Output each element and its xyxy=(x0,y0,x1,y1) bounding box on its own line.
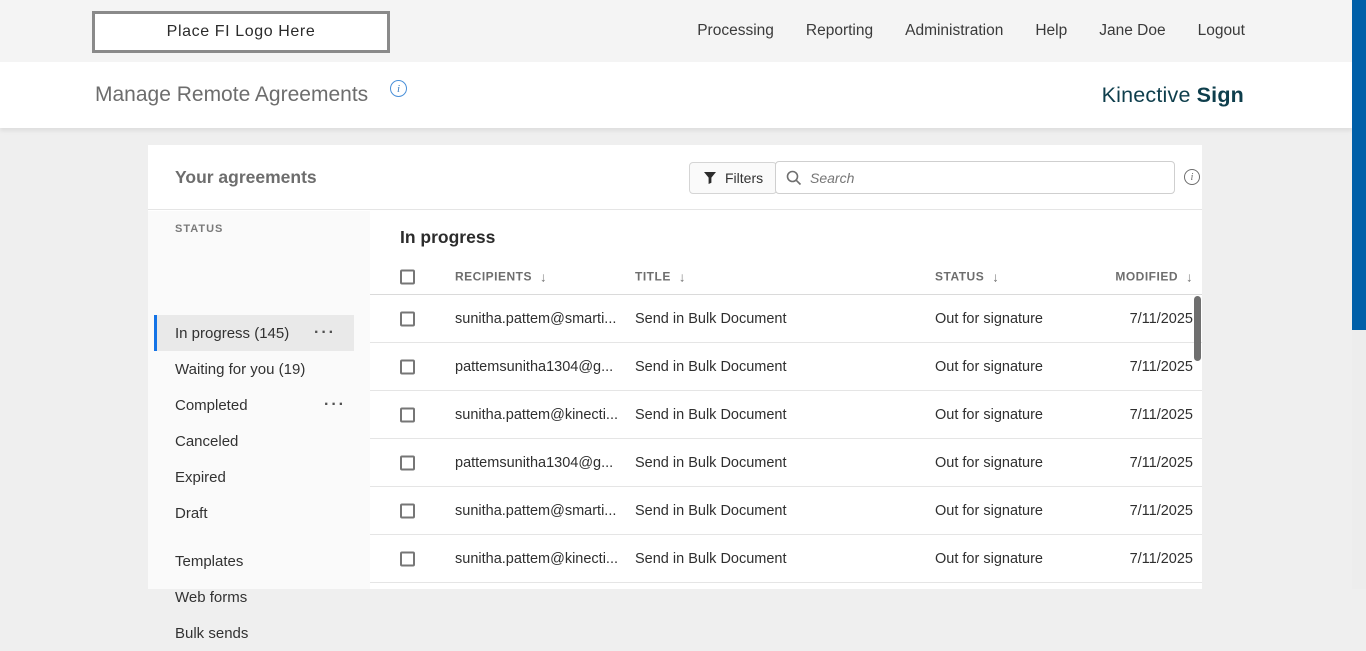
nav-user-jane-doe[interactable]: Jane Doe xyxy=(1099,22,1165,40)
page-info-icon[interactable]: i xyxy=(390,80,407,97)
column-header-modified[interactable]: MODIFIED ↓ xyxy=(1115,269,1193,284)
table-row[interactable]: sunitha.pattem@kinecti... Send in Bulk D… xyxy=(370,391,1202,439)
fi-logo-placeholder: Place FI Logo Here xyxy=(92,11,390,53)
nav-reporting[interactable]: Reporting xyxy=(806,22,873,40)
row-status: Out for signature xyxy=(935,550,1043,567)
row-checkbox[interactable] xyxy=(400,455,415,470)
table-header-row: RECIPIENTS ↓ TITLE ↓ STATUS ↓ MODIFIED ↓ xyxy=(370,259,1202,295)
nav-administration[interactable]: Administration xyxy=(905,22,1003,40)
status-sidebar: STATUS In progress (145) ··· Waiting for… xyxy=(148,211,370,642)
row-modified: 7/11/2025 xyxy=(1129,310,1193,327)
sidebar-item-web-forms[interactable]: Web forms xyxy=(148,579,370,615)
row-checkbox[interactable] xyxy=(400,311,415,326)
table-row[interactable]: pattemsunitha1304@g... Send in Bulk Docu… xyxy=(370,343,1202,391)
row-recipient: sunitha.pattem@smarti... xyxy=(455,310,617,327)
row-checkbox[interactable] xyxy=(400,551,415,566)
page-title-bar: Manage Remote Agreements i Kinective Sig… xyxy=(0,62,1352,128)
agreements-panel: Your agreements Filters i STATUS In pro xyxy=(148,145,1202,642)
status-section-label: STATUS xyxy=(175,223,224,235)
in-progress-overflow-menu-icon[interactable]: ··· xyxy=(314,325,336,341)
table-row[interactable]: sunitha.pattem@kinecti... Send in Bulk D… xyxy=(370,535,1202,583)
row-status: Out for signature xyxy=(935,502,1043,519)
row-title: Send in Bulk Document xyxy=(635,358,787,375)
filters-button-label: Filters xyxy=(725,170,764,186)
row-modified: 7/11/2025 xyxy=(1129,550,1193,567)
sidebar-item-draft[interactable]: Draft xyxy=(148,495,370,531)
top-bar: Place FI Logo Here Processing Reporting … xyxy=(0,0,1352,62)
brand-logo: Kinective Sign xyxy=(1102,62,1244,128)
column-header-recipients[interactable]: RECIPIENTS ↓ xyxy=(455,269,547,284)
sort-desc-icon[interactable]: ↓ xyxy=(1186,269,1193,284)
row-title: Send in Bulk Document xyxy=(635,502,787,519)
row-recipient: pattemsunitha1304@g... xyxy=(455,358,614,375)
row-title: Send in Bulk Document xyxy=(635,310,787,327)
row-checkbox[interactable] xyxy=(400,359,415,374)
nav-help[interactable]: Help xyxy=(1035,22,1067,40)
sidebar-item-in-progress[interactable]: In progress (145) ··· xyxy=(154,315,354,351)
panel-header: Your agreements Filters i xyxy=(148,145,1202,210)
row-modified: 7/11/2025 xyxy=(1129,454,1193,471)
search-box xyxy=(775,161,1175,194)
filters-button[interactable]: Filters xyxy=(689,162,778,194)
sidebar-item-completed[interactable]: Completed ··· xyxy=(148,387,370,423)
sort-desc-icon[interactable]: ↓ xyxy=(679,269,686,284)
row-checkbox[interactable] xyxy=(400,407,415,422)
table-row[interactable]: sunitha.pattem@smarti... Send in Bulk Do… xyxy=(370,295,1202,343)
search-icon xyxy=(786,170,802,185)
row-modified: 7/11/2025 xyxy=(1129,358,1193,375)
sidebar-item-canceled[interactable]: Canceled xyxy=(148,423,370,459)
row-status: Out for signature xyxy=(935,310,1043,327)
screen: Place FI Logo Here Processing Reporting … xyxy=(0,0,1366,642)
table-scrollbar-thumb[interactable] xyxy=(1194,296,1201,361)
filter-funnel-icon xyxy=(704,172,716,184)
row-recipient: pattemsunitha1304@g... xyxy=(455,454,614,471)
column-header-title[interactable]: TITLE ↓ xyxy=(635,269,686,284)
sort-desc-icon[interactable]: ↓ xyxy=(992,269,999,284)
table-rows: sunitha.pattem@smarti... Send in Bulk Do… xyxy=(370,295,1202,583)
sidebar-item-waiting-for-you[interactable]: Waiting for you (19) xyxy=(148,351,370,387)
row-status: Out for signature xyxy=(935,406,1043,423)
row-recipient: sunitha.pattem@kinecti... xyxy=(455,406,619,423)
row-status: Out for signature xyxy=(935,358,1043,375)
row-recipient: sunitha.pattem@kinecti... xyxy=(455,550,619,567)
row-checkbox[interactable] xyxy=(400,503,415,518)
row-modified: 7/11/2025 xyxy=(1129,502,1193,519)
row-status: Out for signature xyxy=(935,454,1043,471)
column-header-status[interactable]: STATUS ↓ xyxy=(935,269,999,284)
row-recipient: sunitha.pattem@smarti... xyxy=(455,502,617,519)
sidebar-item-bulk-sends[interactable]: Bulk sends xyxy=(148,615,370,651)
fi-logo-text: Place FI Logo Here xyxy=(166,23,316,40)
nav-processing[interactable]: Processing xyxy=(697,22,774,40)
agreements-table: In progress RECIPIENTS ↓ TITLE ↓ STATUS … xyxy=(370,211,1202,589)
brand-name-regular: Kinective xyxy=(1101,82,1191,107)
panel-info-icon[interactable]: i xyxy=(1184,169,1200,185)
sidebar-item-expired[interactable]: Expired xyxy=(148,459,370,495)
row-modified: 7/11/2025 xyxy=(1129,406,1193,423)
panel-title: Your agreements xyxy=(175,167,317,187)
table-row[interactable]: sunitha.pattem@smarti... Send in Bulk Do… xyxy=(370,487,1202,535)
row-title: Send in Bulk Document xyxy=(635,550,787,567)
page-scrollbar-thumb[interactable] xyxy=(1352,0,1366,330)
sort-desc-icon[interactable]: ↓ xyxy=(540,269,547,284)
search-input[interactable] xyxy=(810,169,1164,186)
page-scrollbar xyxy=(1352,0,1366,589)
table-row[interactable]: pattemsunitha1304@g... Send in Bulk Docu… xyxy=(370,439,1202,487)
completed-overflow-menu-icon[interactable]: ··· xyxy=(324,397,346,413)
page-title: Manage Remote Agreements xyxy=(95,83,369,106)
top-nav: Processing Reporting Administration Help… xyxy=(697,0,1245,62)
select-all-checkbox[interactable] xyxy=(400,269,415,284)
table-title: In progress xyxy=(400,227,496,247)
row-title: Send in Bulk Document xyxy=(635,406,787,423)
brand-name-bold: Sign xyxy=(1196,82,1244,107)
nav-logout[interactable]: Logout xyxy=(1198,22,1245,40)
sidebar-item-templates[interactable]: Templates xyxy=(148,543,370,579)
row-title: Send in Bulk Document xyxy=(635,454,787,471)
